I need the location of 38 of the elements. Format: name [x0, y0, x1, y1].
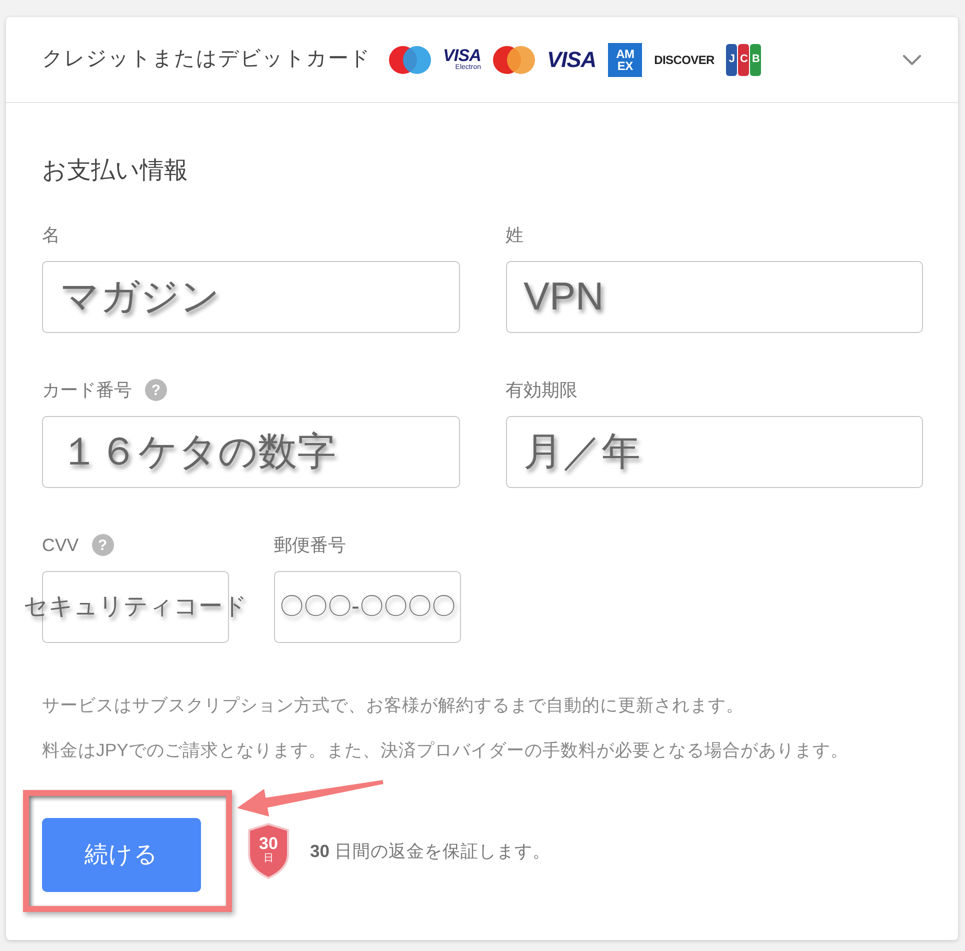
annotation-text: セキュリティコード	[24, 595, 248, 619]
badge-number: 30	[259, 835, 278, 853]
annotation-text: マガジン	[60, 278, 220, 316]
input-field[interactable]	[274, 571, 461, 643]
annotation-text: １６ケタの数字	[60, 432, 336, 472]
billing-note: 料金はJPYでのご請求となります。また、決済プロバイダーの手数料が必要となる場合があります。	[42, 739, 850, 762]
annotation-text: 月／年	[524, 432, 640, 472]
card-brand-logo: DISCOVER	[654, 52, 714, 68]
input-field[interactable]	[42, 261, 460, 333]
help-icon[interactable]: ?	[92, 534, 114, 556]
logo-text: AM	[616, 48, 634, 60]
billing-note: サービスはサブスクリプション方式で、お客様が解約するまで自動的に更新されます。	[42, 694, 745, 717]
input-field[interactable]	[506, 261, 923, 333]
logo-letter-tile: C	[738, 44, 750, 76]
field-label: 有効期限	[506, 380, 578, 400]
field-label: 郵便番号	[274, 535, 346, 555]
section-heading: お支払い情報	[42, 159, 189, 183]
annotation-text: 〇〇〇-〇〇〇〇	[280, 595, 456, 619]
chevron-down-icon[interactable]	[903, 54, 921, 64]
field-label: 姓	[506, 225, 524, 245]
input-field[interactable]	[506, 416, 923, 488]
field-label: カード番号	[42, 380, 132, 400]
overlapping-circles-icon	[389, 46, 431, 74]
annotation-text: VPN	[524, 278, 604, 316]
payment-method-title: クレジットまたはデビットカード	[42, 46, 371, 72]
input-field[interactable]	[42, 416, 460, 488]
help-icon[interactable]: ?	[145, 379, 167, 401]
field-label: 名	[42, 225, 60, 245]
badge-unit: 日	[264, 853, 274, 864]
continue-button[interactable]: 続ける	[42, 818, 201, 892]
field-label: CVV	[42, 535, 79, 555]
logo-text: EX	[617, 60, 633, 72]
guarantee-text: 30 日間の返金を保証します。	[310, 840, 550, 863]
overlapping-circles-icon	[492, 46, 535, 74]
card-brand-logo: VISA	[443, 48, 481, 64]
card-brand-logo: VISA	[546, 50, 596, 70]
logo-letter-tile: J	[726, 44, 738, 76]
logo-letter-tile: B	[750, 44, 762, 76]
